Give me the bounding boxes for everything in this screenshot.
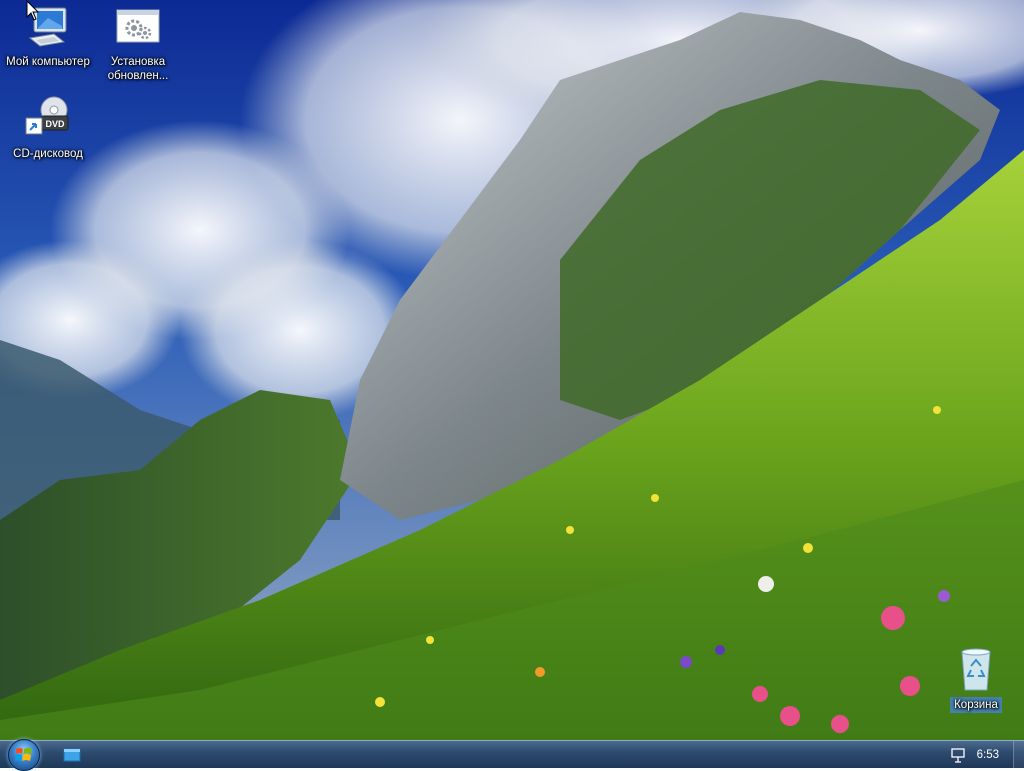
wallpaper-landscape: [0, 0, 1024, 740]
mouse-cursor-icon: [26, 0, 40, 21]
taskbar-pinned-button[interactable]: [58, 745, 86, 765]
desktop-wallpaper: [0, 0, 1024, 740]
desktop-icon-label: Установка обновлен...: [107, 56, 169, 82]
dvd-drive-icon: DVD: [24, 96, 72, 144]
dvd-badge: DVD: [45, 119, 65, 129]
system-tray: 6:53: [949, 741, 1024, 768]
action-center-flag-icon[interactable]: [949, 746, 967, 764]
desktop-icon-recycle-bin[interactable]: Корзина: [928, 646, 1024, 713]
installer-icon: [114, 4, 162, 52]
desktop-icon-label: CD-дисковод: [13, 148, 83, 160]
taskbar: 6:53: [0, 739, 1024, 771]
desktop-icon-cd-drive[interactable]: DVD CD-дисковод: [0, 96, 96, 161]
windows-logo-icon: [15, 748, 32, 761]
start-button[interactable]: [8, 739, 40, 771]
desktop-icon-update-installer[interactable]: Установка обновлен...: [90, 4, 186, 83]
show-desktop-button[interactable]: [1013, 741, 1024, 768]
desktop-icon-label: Мой компьютер: [6, 56, 90, 68]
show-desktop-window-icon: [63, 748, 81, 762]
desktop-icon-my-computer[interactable]: Мой компьютер: [0, 4, 96, 69]
taskbar-clock[interactable]: 6:53: [977, 749, 999, 761]
desktop-icon-label: Корзина: [950, 697, 1002, 713]
recycle-bin-icon: [952, 646, 1000, 694]
